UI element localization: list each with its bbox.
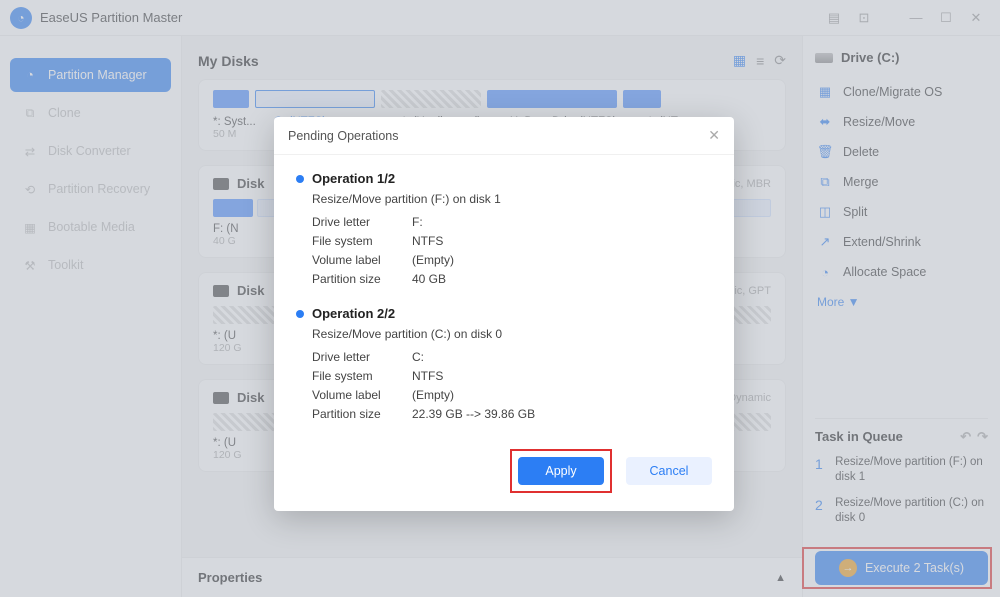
pending-operations-modal: Pending Operations ✕ Operation 1/2 Resiz… <box>274 117 734 511</box>
modal-title: Pending Operations <box>288 129 399 143</box>
operation-1: Operation 1/2 Resize/Move partition (F:)… <box>296 171 712 288</box>
apply-button[interactable]: Apply <box>518 457 604 485</box>
operation-2: Operation 2/2 Resize/Move partition (C:)… <box>296 306 712 423</box>
bullet-icon <box>296 175 304 183</box>
cancel-button[interactable]: Cancel <box>626 457 712 485</box>
bullet-icon <box>296 310 304 318</box>
highlight-box: Apply <box>510 449 612 493</box>
modal-close-icon[interactable]: ✕ <box>708 127 720 144</box>
